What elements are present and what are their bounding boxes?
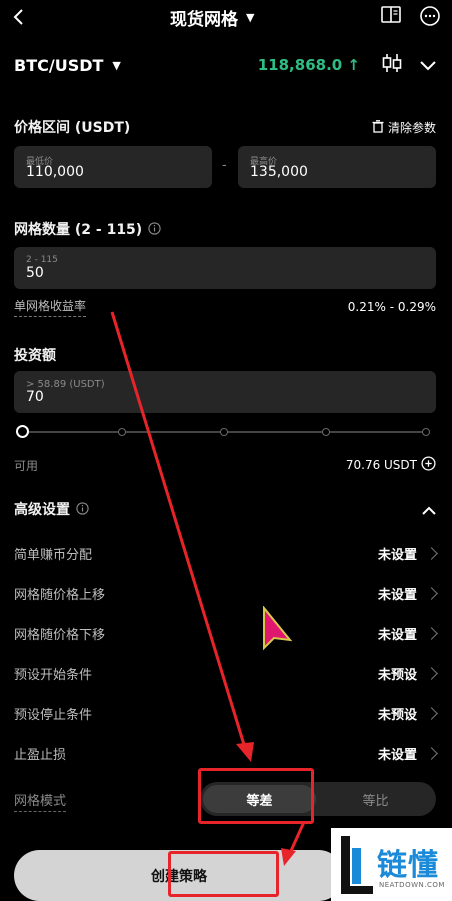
annotation-box [168, 851, 279, 897]
watermark: 链懂 NEATDOWN.COM [331, 828, 452, 901]
watermark-logo-icon [341, 836, 373, 894]
watermark-text: 链懂 [377, 848, 439, 883]
cursor-icon [262, 605, 294, 656]
annotation-box [198, 768, 314, 824]
watermark-subtext: NEATDOWN.COM [379, 881, 445, 889]
annotation-arrows [110, 311, 306, 866]
